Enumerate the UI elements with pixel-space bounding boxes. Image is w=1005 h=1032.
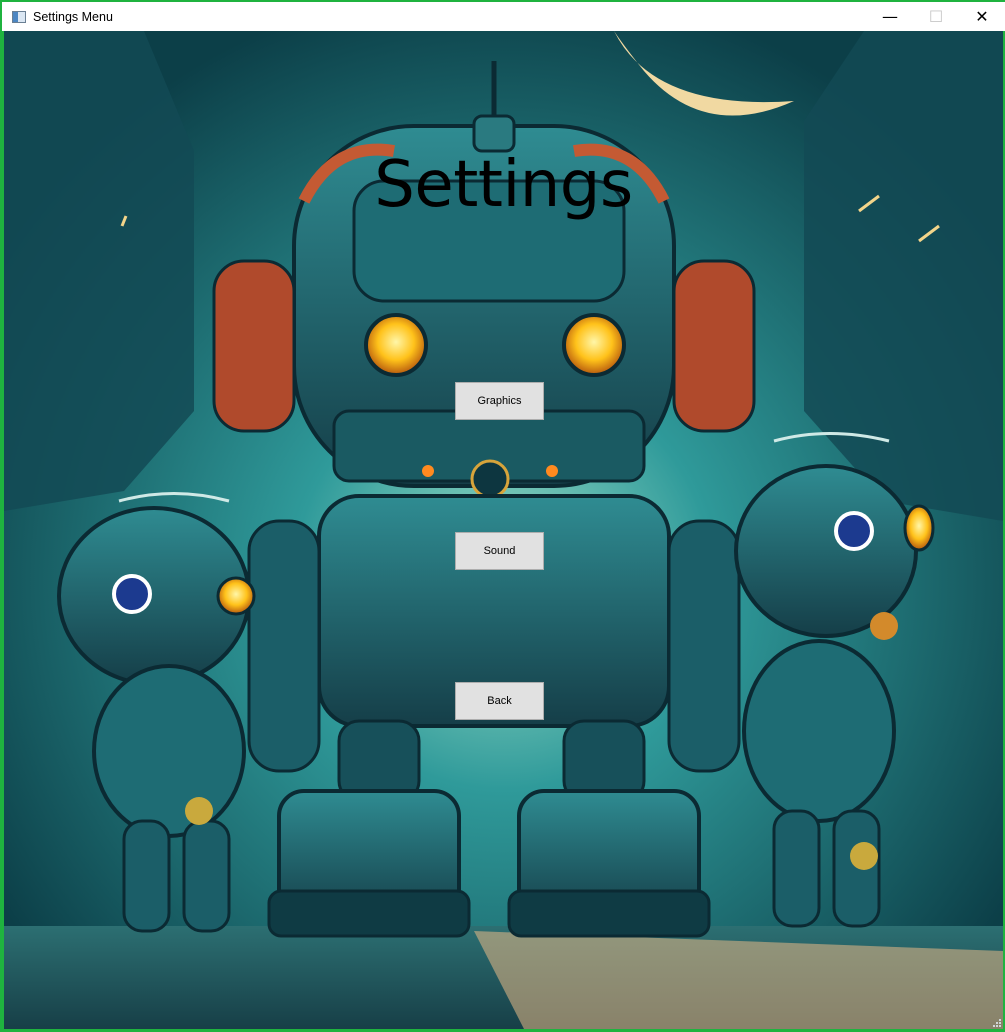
back-button[interactable]: Back (455, 682, 544, 720)
app-window: Settings Menu — ☐ ✕ Settings Graphics So… (0, 0, 1005, 1032)
window-title: Settings Menu (33, 9, 113, 24)
maximize-button[interactable]: ☐ (913, 2, 959, 31)
minimize-button[interactable]: — (867, 2, 913, 31)
window-app-icon (12, 10, 26, 23)
settings-screen: Settings Graphics Sound Back (4, 31, 1003, 1029)
close-button[interactable]: ✕ (959, 2, 1005, 31)
window-controls: — ☐ ✕ (867, 2, 1005, 31)
graphics-button[interactable]: Graphics (455, 382, 544, 420)
resize-grip-icon[interactable] (993, 1019, 1001, 1027)
sound-button[interactable]: Sound (455, 532, 544, 570)
title-bar[interactable]: Settings Menu — ☐ ✕ (2, 2, 1005, 31)
settings-heading: Settings (374, 148, 633, 222)
